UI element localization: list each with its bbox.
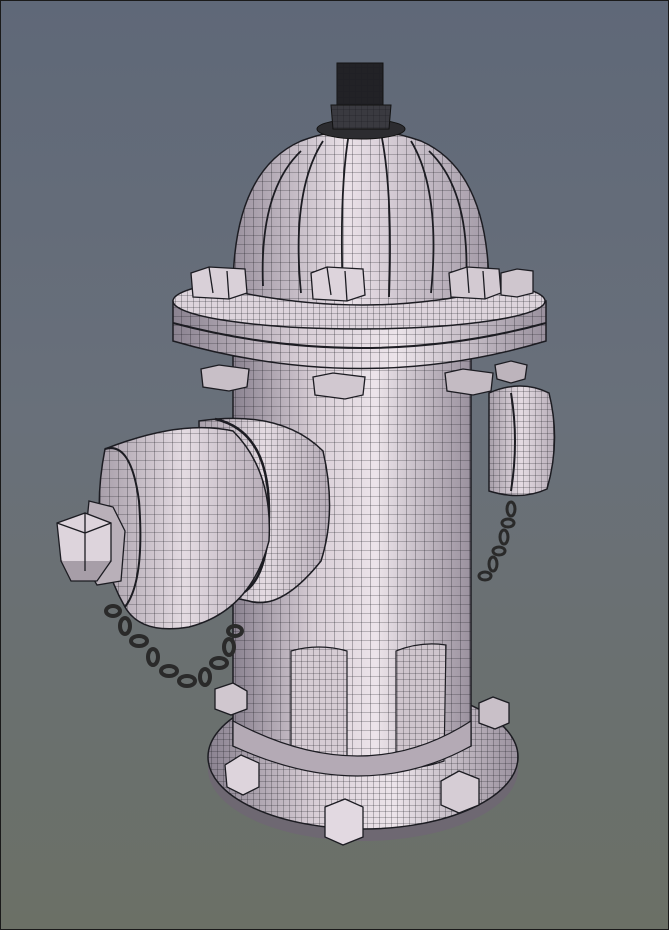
operating-nut (316, 62, 406, 140)
right-chain (477, 500, 517, 582)
hydrant-model (56, 62, 556, 846)
side-nozzle-right (488, 385, 556, 497)
render-viewport (0, 0, 669, 930)
pumper-cap-nut (56, 500, 126, 586)
